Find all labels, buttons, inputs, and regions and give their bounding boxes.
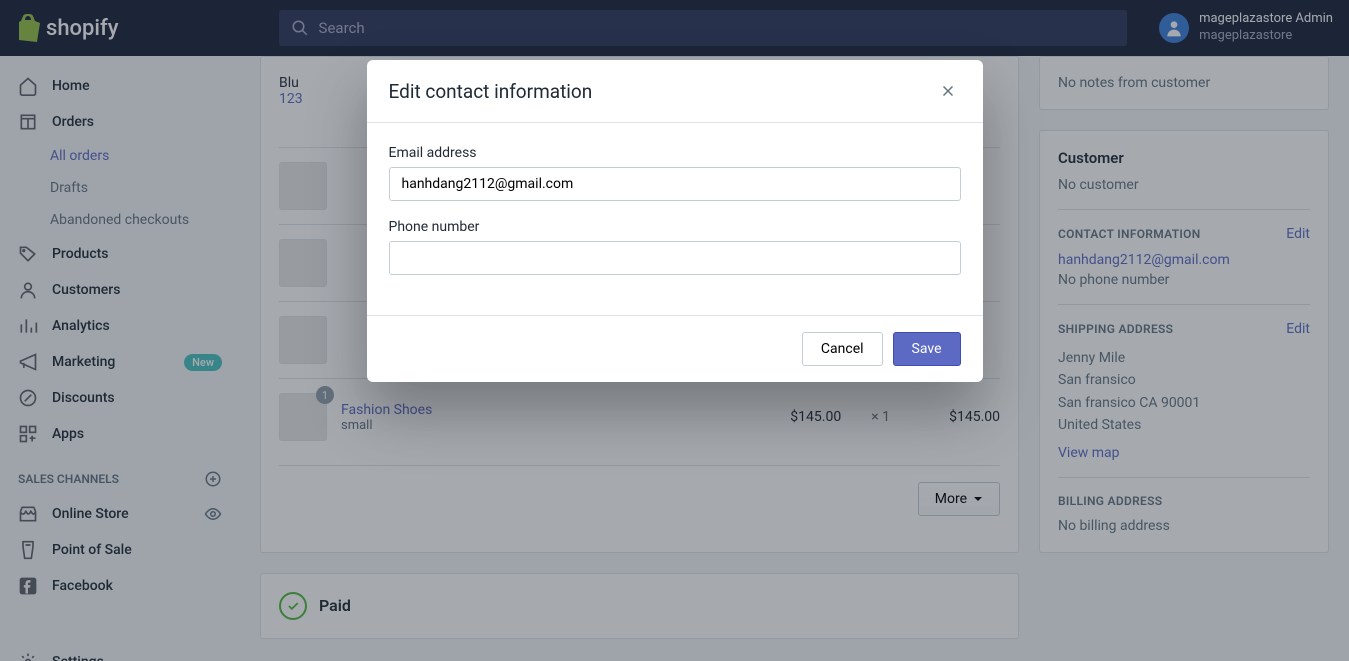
- cancel-button[interactable]: Cancel: [802, 332, 883, 366]
- save-button[interactable]: Save: [893, 332, 961, 366]
- phone-field[interactable]: [389, 241, 961, 275]
- edit-contact-modal: Edit contact information Email address P…: [367, 60, 983, 382]
- close-icon: [939, 82, 957, 100]
- close-button[interactable]: [935, 78, 961, 104]
- email-label: Email address: [389, 145, 961, 161]
- modal-overlay[interactable]: Edit contact information Email address P…: [0, 0, 1349, 661]
- email-field[interactable]: [389, 167, 961, 201]
- modal-title: Edit contact information: [389, 80, 593, 103]
- phone-label: Phone number: [389, 219, 961, 235]
